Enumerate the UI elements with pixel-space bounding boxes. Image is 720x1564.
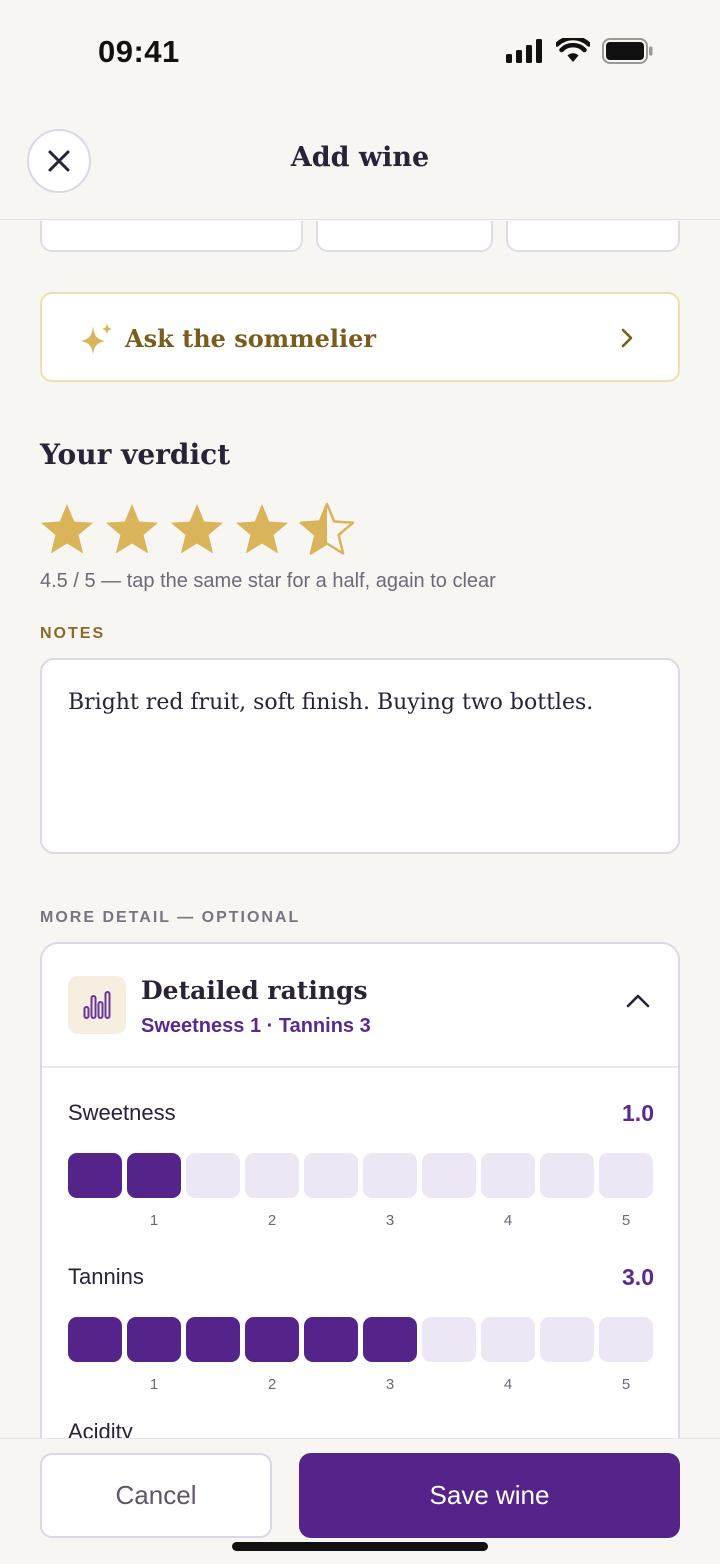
rating-segment[interactable] [186,1317,240,1362]
status-icons [506,38,654,64]
cancel-button[interactable]: Cancel [40,1453,272,1538]
star-icon[interactable] [103,501,161,559]
form-scroll-area[interactable]: Ask the sommelier Your verdict 4.5 / 5 —… [0,221,720,1438]
rating-segment[interactable] [127,1317,181,1362]
rating-segment[interactable] [599,1153,653,1198]
rating-segment[interactable] [599,1317,653,1362]
rating-segment[interactable] [304,1153,358,1198]
detailed-ratings-card: Detailed ratings Sweetness 1 · Tannins 3… [40,942,680,1438]
tick-label: 3 [385,1376,395,1393]
detailed-ratings-summary: Sweetness 1 · Tannins 3 [141,1015,371,1037]
rating-segment[interactable] [68,1317,122,1362]
rating-segment[interactable] [68,1153,122,1198]
half-star-icon[interactable] [298,501,356,559]
tick-label: 2 [267,1212,277,1229]
sparkle-icon [81,323,112,355]
tick-label: 1 [149,1376,159,1393]
ask-sommelier-button[interactable]: Ask the sommelier [40,292,680,382]
wifi-icon [556,38,590,62]
field-stub[interactable] [316,221,493,252]
ask-sommelier-label: Ask the sommelier [125,324,377,353]
verdict-title: Your verdict [40,438,231,471]
star-icon[interactable] [233,501,291,559]
tick-label: 5 [621,1212,631,1229]
tick-label: 4 [503,1212,513,1229]
tick-label: 5 [621,1376,631,1393]
action-bar: Cancel Save wine [0,1438,720,1564]
tick-label: 3 [385,1212,395,1229]
tick-labels: 1 2 3 4 5 [68,1212,654,1232]
rating-segment[interactable] [422,1153,476,1198]
notes-textarea[interactable]: Bright red fruit, soft finish. Buying tw… [40,658,680,854]
rating-segment[interactable] [540,1153,594,1198]
rating-segment[interactable] [422,1317,476,1362]
tick-label: 1 [149,1212,159,1229]
notes-label: NOTES [40,625,106,642]
more-detail-label: MORE DETAIL — OPTIONAL [40,909,301,926]
rating-slider[interactable] [68,1153,653,1198]
rating-segment[interactable] [245,1317,299,1362]
metric-name: Sweetness [68,1100,176,1125]
field-stub[interactable] [40,221,303,252]
home-indicator [232,1542,488,1551]
metric-value: 1.0 [622,1100,654,1126]
status-bar: 09:41 [0,0,720,100]
field-stub[interactable] [506,221,680,252]
rating-segment[interactable] [363,1153,417,1198]
rating-segment[interactable] [186,1153,240,1198]
rating-segment[interactable] [481,1317,535,1362]
tick-label: 2 [267,1376,277,1393]
save-wine-button[interactable]: Save wine [299,1453,680,1538]
rating-segment[interactable] [127,1153,181,1198]
battery-icon [602,38,653,64]
cellular-signal-icon [506,39,542,63]
star-icon[interactable] [168,501,226,559]
star-icon[interactable] [38,501,96,559]
notes-value: Bright red fruit, soft finish. Buying tw… [68,690,594,715]
rating-segment[interactable] [245,1153,299,1198]
page-title: Add wine [290,142,430,173]
rating-segment[interactable] [540,1317,594,1362]
tick-label: 4 [503,1376,513,1393]
rating-segment[interactable] [363,1317,417,1362]
metric-value: 3.0 [622,1264,654,1290]
status-time: 09:41 [98,34,180,69]
rating-slider[interactable] [68,1317,653,1362]
detailed-ratings-title: Detailed ratings [141,976,368,1005]
rating-hint: 4.5 / 5 — tap the same star for a half, … [40,570,496,592]
rating-segment[interactable] [304,1317,358,1362]
tick-labels: 1 2 3 4 5 [68,1376,654,1396]
bar-chart-icon [68,976,126,1034]
metric-name: Acidity [68,1419,133,1438]
rating-segment[interactable] [481,1153,535,1198]
header: Add wine [0,100,720,220]
star-rating[interactable] [38,501,356,559]
metric-name: Tannins [68,1264,144,1289]
chevron-right-icon [621,328,633,348]
chevron-up-icon[interactable] [626,994,650,1008]
detailed-ratings-header[interactable]: Detailed ratings Sweetness 1 · Tannins 3 [42,944,678,1068]
